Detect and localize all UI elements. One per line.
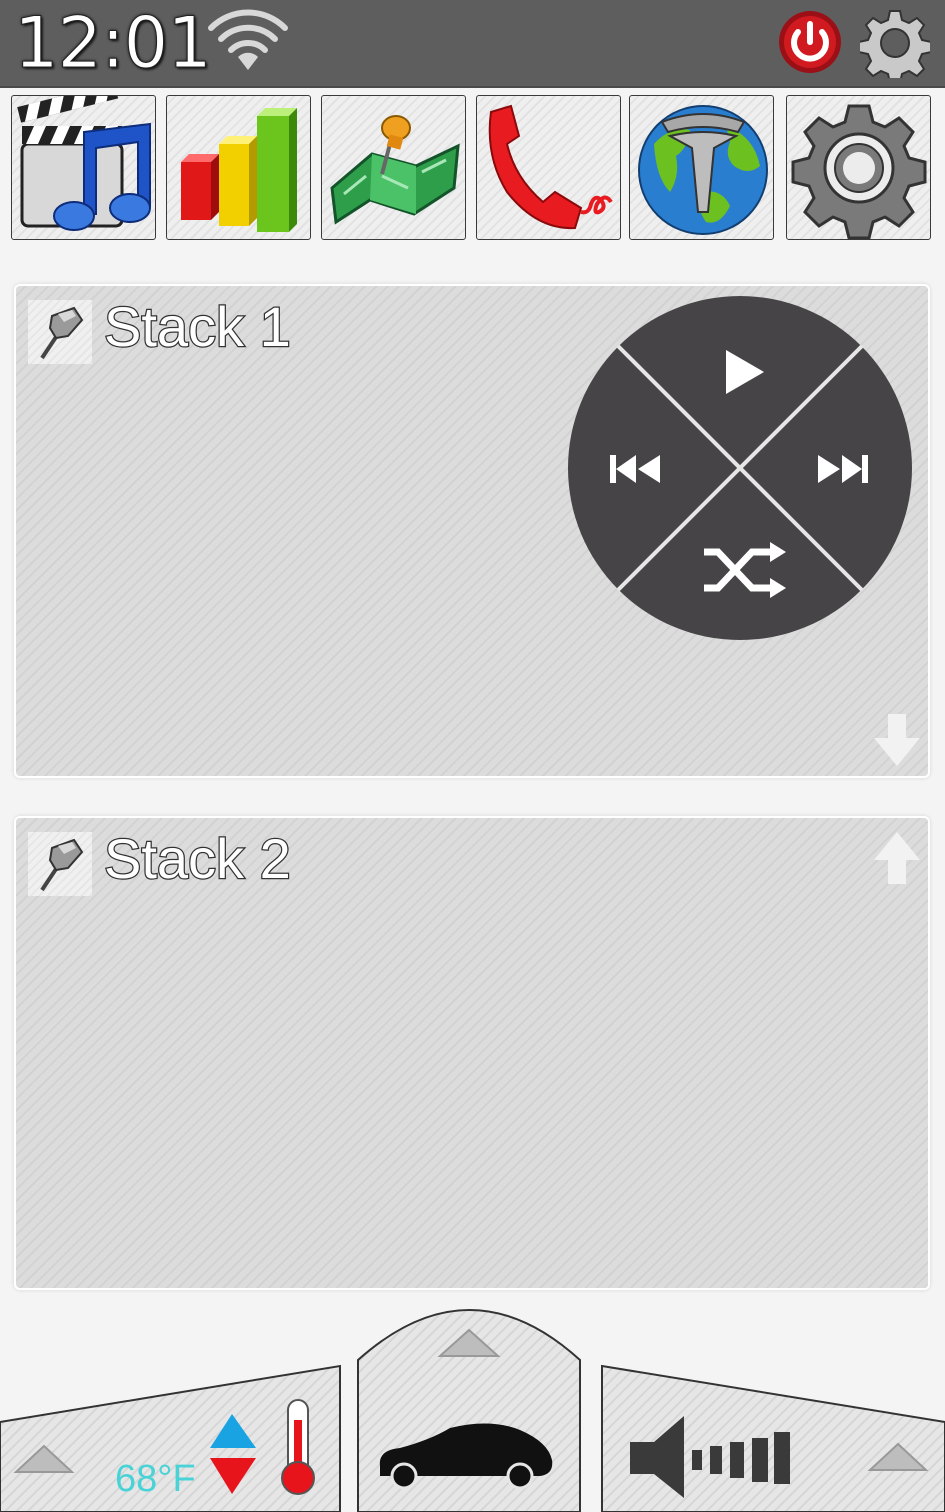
arrow-up-icon[interactable] [872,830,922,884]
clapperboard-music-icon [17,96,151,231]
power-button[interactable] [776,8,844,76]
settings-gear-button[interactable] [860,8,930,78]
gear-icon [791,104,927,239]
temperature-readout: 68°F [115,1458,196,1500]
globe-tesla-icon [638,105,768,235]
pushpin-icon [40,306,84,360]
arrow-down-icon[interactable] [872,714,922,768]
stack-1-title: Stack 1 [103,294,292,360]
status-bar: 12:01 [0,0,945,88]
clock: 12:01 [14,2,213,85]
settings-app-tile[interactable] [786,95,931,240]
pushpin-icon [40,838,84,892]
phone-app-tile[interactable] [476,95,621,240]
vehicle-panel[interactable] [357,1309,581,1512]
pushpin-button[interactable] [28,832,92,896]
maps-app-tile[interactable] [321,95,466,240]
media-app-tile[interactable] [11,95,156,240]
volume-panel [601,1364,945,1512]
pushpin-button[interactable] [28,300,92,364]
phone-handset-icon [488,104,613,230]
app-tray [0,95,945,245]
stack-2-panel: Stack 2 [14,816,930,1290]
wifi-icon [208,9,288,70]
stats-app-tile[interactable] [166,95,311,240]
stack-2-title: Stack 2 [103,826,292,892]
media-control-wheel [568,296,912,640]
map-pin-icon [330,115,460,225]
bar-chart-icon [181,108,297,232]
browser-app-tile[interactable] [629,95,774,240]
